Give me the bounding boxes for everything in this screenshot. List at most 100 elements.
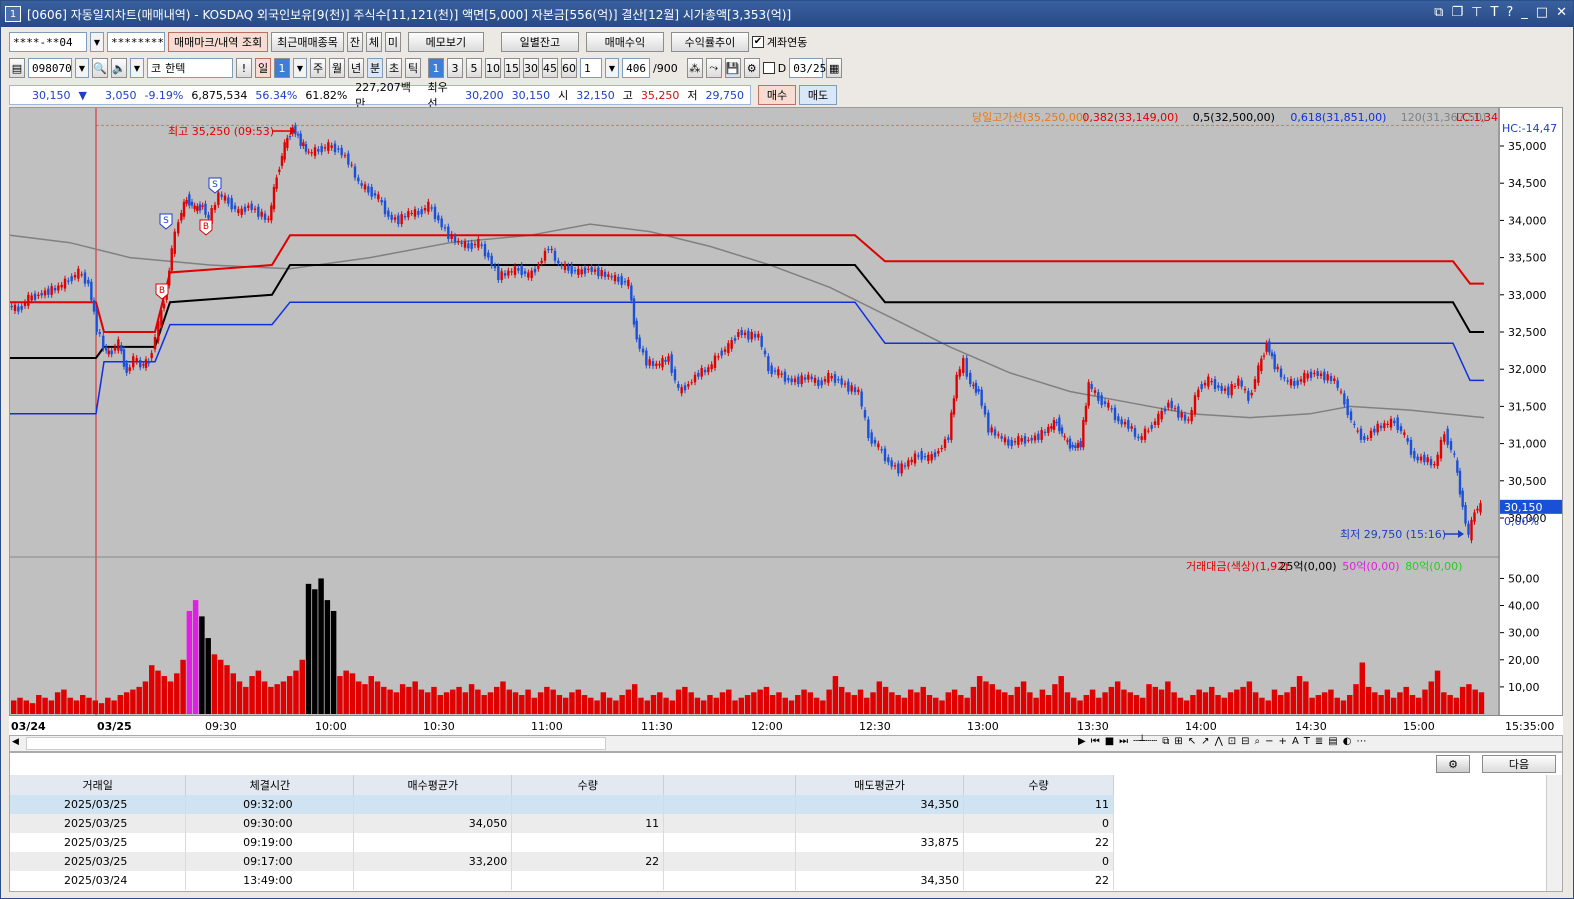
minute-10[interactable]: 10 [485, 58, 501, 78]
memo-button[interactable]: 메모보기 [407, 32, 484, 52]
table-row[interactable]: 2025/03/25 09:32:00 34,350 11 [10, 795, 1114, 814]
indicator-icon[interactable]: ⁂ [686, 58, 703, 78]
password-input[interactable]: ******** [107, 32, 165, 52]
minus-icon[interactable]: − [1265, 736, 1273, 747]
tool-icon-5[interactable]: ⋀ [1215, 736, 1223, 747]
scroll-right-icon[interactable]: ▶ [1078, 736, 1086, 747]
pending-button[interactable]: 미 [384, 32, 401, 52]
scroll-thumb[interactable] [26, 737, 606, 750]
font-icon[interactable]: T [1490, 5, 1498, 20]
table-scrollbar[interactable] [1546, 775, 1562, 891]
symbol-dropdown-icon[interactable]: ▼ [75, 58, 89, 78]
column-header[interactable]: 수량 [963, 775, 1114, 795]
copy-window-icon[interactable]: ❐ [1451, 5, 1463, 20]
forward-icon[interactable]: ⏭ [1119, 736, 1128, 747]
price-volume-chart[interactable]: 당일고가선(35,250,00)0,382(33,149,00) 0,5(32,5… [9, 108, 1519, 718]
minute-60[interactable]: 60 [561, 58, 577, 78]
table-row[interactable]: 2025/03/25 09:19:00 33,875 22 [10, 833, 1114, 852]
next-button[interactable]: 다음 [1482, 755, 1556, 773]
rewind-icon[interactable]: ⏮ [1091, 736, 1100, 747]
alert-icon[interactable]: ! [236, 58, 252, 78]
period-tick[interactable]: 틱 [405, 58, 421, 78]
unit-input[interactable]: 1 [580, 58, 602, 78]
account-input[interactable]: ****-**04 [9, 32, 87, 52]
sound-dropdown-icon[interactable]: ▼ [130, 58, 144, 78]
save-icon[interactable]: 💾 [724, 58, 741, 78]
mark-view-button[interactable]: 매매마크/내역 조회 [168, 32, 269, 52]
link-window-icon[interactable]: ⧉ [1434, 5, 1443, 20]
period-year[interactable]: 년 [348, 58, 364, 78]
zoom-bar-icon[interactable]: ┄┴┄┄ [1133, 736, 1157, 747]
recent-trades-button[interactable]: 최근매매종목 [271, 32, 344, 52]
unit-dropdown-icon[interactable]: ▼ [605, 58, 619, 78]
tool-icon-4[interactable]: ↗ [1201, 736, 1209, 747]
search-icon[interactable]: 🔍 [92, 58, 108, 78]
period-month[interactable]: 월 [329, 58, 345, 78]
style-icon[interactable]: ◐ [1343, 736, 1352, 747]
daily-balance-button[interactable]: 일별잔고 [500, 32, 579, 52]
list-icon[interactable]: ≣ [1315, 736, 1323, 747]
column-header[interactable]: 거래일 [10, 775, 187, 795]
more-icon[interactable]: ⋯ [1356, 736, 1366, 747]
return-trend-button[interactable]: 수익률추이 [670, 32, 749, 52]
balance-button[interactable]: 잔 [346, 32, 363, 52]
column-header[interactable]: 수량 [511, 775, 665, 795]
text-icon[interactable]: A [1292, 736, 1299, 747]
tool-icon-1[interactable]: ⧉ [1162, 736, 1169, 747]
date-input[interactable]: 03/25 [789, 58, 826, 78]
minute-30[interactable]: 30 [523, 58, 539, 78]
magnify-icon[interactable]: ⌕ [1255, 736, 1261, 747]
sound-icon[interactable]: 🔈 [111, 58, 127, 78]
minute-15[interactable]: 15 [504, 58, 520, 78]
grid-settings-gear-icon[interactable]: ⚙ [1436, 755, 1470, 773]
count-input[interactable]: 406 [622, 58, 650, 78]
minute-5[interactable]: 5 [466, 58, 482, 78]
stop-icon[interactable]: ■ [1105, 736, 1114, 747]
chart-scrollbar[interactable]: ◀ ▶ ⏮ ■ ⏭ ┄┴┄┄ ⧉ ⊞ ↖ ↗ ⋀ ⊡ ⊟ ⌕ − + A T ≣… [9, 735, 1563, 752]
table-row[interactable]: 2025/03/25 09:30:00 34,050 11 0 [10, 814, 1114, 833]
tool-icon-6[interactable]: ⊡ [1228, 736, 1236, 747]
day-count-dropdown-icon[interactable]: ▼ [293, 58, 307, 78]
column-header[interactable]: 매도평균가 [795, 775, 965, 795]
date-checkbox[interactable] [762, 62, 775, 74]
minute-1[interactable]: 1 [428, 58, 444, 78]
maximize-icon[interactable]: □ [1536, 5, 1548, 20]
column-header[interactable]: 매수평균가 [353, 775, 513, 795]
tool-icon-3[interactable]: ↖ [1188, 736, 1196, 747]
table-row[interactable]: 2025/03/25 09:17:00 33,200 22 0 [10, 852, 1114, 871]
minute-45[interactable]: 45 [542, 58, 558, 78]
volume-bar [550, 689, 556, 714]
sell-button[interactable]: 매도 [799, 85, 837, 105]
settings-gear-icon[interactable]: ⚙ [743, 58, 760, 78]
period-week[interactable]: 주 [310, 58, 326, 78]
draw-icon[interactable]: ⤳ [705, 58, 722, 78]
period-day[interactable]: 일 [255, 58, 271, 78]
symbol-code-input[interactable]: 098070 [28, 58, 72, 78]
period-day-count[interactable]: 1 [274, 58, 290, 78]
minimize-icon[interactable]: _ [1521, 5, 1528, 20]
font-size-icon[interactable]: T [1304, 736, 1310, 747]
table-row[interactable]: 2025/03/24 13:49:00 34,350 22 [10, 871, 1114, 890]
period-minute[interactable]: 분 [367, 58, 383, 78]
account-dropdown-icon[interactable]: ▼ [90, 32, 104, 52]
calendar-icon[interactable]: ▦ [826, 58, 843, 78]
minute-3[interactable]: 3 [447, 58, 463, 78]
executed-button[interactable]: 체 [365, 32, 382, 52]
column-header[interactable]: 체결시간 [185, 775, 355, 795]
symbol-name-input[interactable]: 코 한텍 [147, 58, 233, 78]
plus-icon[interactable]: + [1279, 736, 1287, 747]
tool-icon-2[interactable]: ⊞ [1174, 736, 1182, 747]
close-icon[interactable]: ✕ [1556, 5, 1567, 20]
account-link-checkbox[interactable]: ✔ [751, 36, 764, 48]
symbol-list-icon[interactable]: ▤ [9, 58, 25, 78]
pin-icon[interactable]: ⊤ [1471, 5, 1482, 20]
layout-icon[interactable]: ▤ [1328, 736, 1337, 747]
tool-icon-7[interactable]: ⊟ [1241, 736, 1249, 747]
column-header[interactable] [663, 775, 797, 795]
trade-profit-button[interactable]: 매매수익 [585, 32, 664, 52]
scroll-left-icon[interactable]: ◀ [12, 737, 19, 747]
chart-panel[interactable]: 당일고가선(35,250,00) 0,382(33,149,00) 0,5(32,5… [9, 107, 1519, 718]
period-second[interactable]: 초 [386, 58, 402, 78]
help-icon[interactable]: ? [1506, 5, 1513, 20]
buy-button[interactable]: 매수 [758, 85, 796, 105]
